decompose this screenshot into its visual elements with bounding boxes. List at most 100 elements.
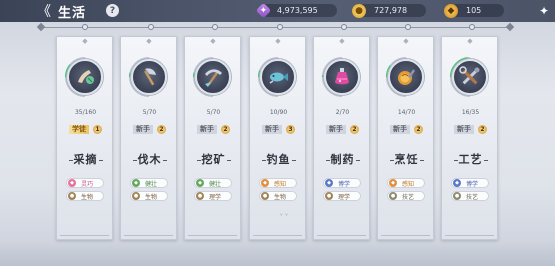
currency-crystal-value: 4,973,595 <box>261 4 337 17</box>
back-button[interactable]: 《 <box>34 2 54 20</box>
timeline-node <box>405 24 411 30</box>
token-icon: ◆ <box>444 3 458 18</box>
timeline-node <box>212 24 218 30</box>
attribute-label: 生物 <box>274 193 287 201</box>
timeline-node <box>82 24 88 30</box>
skill-progress-text: 5/70 <box>142 109 157 116</box>
timeline-end-marker <box>505 22 515 32</box>
attribute-icon: ◆ <box>389 179 397 187</box>
skill-attribute-tag: ◆ 博学 <box>451 178 489 188</box>
attribute-label: 博学 <box>466 180 479 188</box>
skill-progress-text: 5/70 <box>206 109 221 116</box>
skill-progress-text: 16/35 <box>461 109 480 116</box>
attribute-icon: ● <box>132 192 140 200</box>
skill-rank: 学徒 1 <box>57 124 114 134</box>
skill-level-badge: 2 <box>478 124 487 134</box>
skill-card[interactable]: ◆ 10/90 新手 3 钓鱼 ◆ 感知 ● 生物 <box>249 36 306 240</box>
skill-card[interactable]: ◆ 35/160 学徒 1 采摘 ◆ 灵巧 ● 生物 <box>56 36 113 240</box>
skill-rank-label: 新手 <box>390 124 410 134</box>
skill-level-badge: 2 <box>414 124 423 134</box>
attribute-label: 感知 <box>402 180 415 188</box>
fish-icon <box>260 59 296 95</box>
skill-progress-text: 14/70 <box>397 109 416 116</box>
skill-level-badge: 2 <box>157 124 166 134</box>
skill-name: 制药 <box>314 151 371 167</box>
skill-rank-label: 新手 <box>133 124 153 134</box>
skill-rank: 新手 2 <box>442 124 499 134</box>
attribute-icon: ◆ <box>132 179 140 187</box>
skill-card[interactable]: ◆ 16/35 新手 2 工艺 ◆ 博学 ● 技艺 <box>441 36 498 240</box>
currency-crystal[interactable]: ✦ 4,973,595 <box>255 2 337 19</box>
pickaxe-icon <box>195 59 231 95</box>
skill-name: 烹饪 <box>378 151 435 167</box>
card-ornament: ◆ <box>210 37 216 45</box>
skill-card[interactable]: ◆ 5/70 新手 2 伐木 ◆ 健壮 ● 生物 <box>120 36 177 240</box>
card-ornament: ◆ <box>339 37 345 45</box>
skill-card[interactable]: ◆ 5/70 新手 2 挖矿 ◆ 健壮 ● 理学 <box>184 36 241 240</box>
attribute-icon: ◆ <box>261 179 269 187</box>
axe-icon <box>131 59 167 95</box>
crafting-tools-icon <box>452 59 488 95</box>
skill-rank-label: 新手 <box>197 124 217 134</box>
attribute-label: 感知 <box>274 180 287 188</box>
skill-attribute-tag: ◆ 灵巧 <box>66 178 104 188</box>
attribute-label: 理学 <box>209 193 222 201</box>
skill-attribute-tag: ◆ 博学 <box>323 178 361 188</box>
skill-attribute-tag: ● 技艺 <box>451 191 489 201</box>
card-ornament: ◆ <box>403 37 409 45</box>
skill-progress-text: 2/70 <box>335 109 350 116</box>
timeline-node <box>277 24 283 30</box>
back-arrow-icon: 《 <box>37 4 51 20</box>
card-ornament: ◆ <box>146 37 152 45</box>
skill-name: 采摘 <box>57 151 114 167</box>
skill-attribute-tag: ● 生物 <box>130 191 168 201</box>
timeline-end-marker <box>36 22 46 32</box>
skill-card[interactable]: ◆ 14/70 新手 2 烹饪 ◆ 感知 ● 技艺 <box>377 36 434 240</box>
help-button[interactable]: ? <box>106 4 119 17</box>
timeline-node <box>341 24 347 30</box>
skill-card[interactable]: ◆ 2/70 新手 2 制药 ◆ 博学 ● 理学 <box>313 36 370 240</box>
attribute-icon: ● <box>453 192 461 200</box>
skill-name: 工艺 <box>442 151 499 167</box>
currency-token[interactable]: ◆ 105 <box>444 2 504 19</box>
timeline-node <box>469 24 475 30</box>
close-button[interactable]: ✦ <box>535 2 553 20</box>
skill-level-badge: 3 <box>286 124 295 134</box>
page-title: 生活 <box>58 6 87 21</box>
skill-attribute-tag: ◆ 感知 <box>259 178 297 188</box>
attribute-label: 灵巧 <box>81 180 94 188</box>
skill-attribute-tag: ● 技艺 <box>387 191 425 201</box>
attribute-icon: ◆ <box>68 179 76 187</box>
bottom-mist <box>0 242 555 266</box>
skill-attribute-tag: ◆ 健壮 <box>130 178 168 188</box>
skill-level-badge: 2 <box>350 124 359 134</box>
skill-rank-label: 新手 <box>262 124 282 134</box>
gathering-hand-icon <box>67 59 103 95</box>
attribute-label: 技艺 <box>466 193 479 201</box>
attribute-icon: ◆ <box>325 179 333 187</box>
attribute-icon: ● <box>261 192 269 200</box>
skill-rank: 新手 2 <box>378 124 435 134</box>
card-ornament: ◆ <box>82 37 88 45</box>
skill-level-badge: 1 <box>93 124 102 134</box>
potion-icon <box>324 59 360 95</box>
attribute-label: 健壮 <box>209 180 222 188</box>
currency-token-value: 105 <box>450 4 504 17</box>
skill-name: 伐木 <box>121 151 178 167</box>
skill-attribute-tag: ● 生物 <box>66 191 104 201</box>
top-bar: 《 生活 ? ✦ 4,973,595 ● 727,978 ◆ 105 ✦ <box>0 0 555 22</box>
currency-gold[interactable]: ● 727,978 <box>352 2 426 19</box>
skill-attribute-tag: ● 理学 <box>323 191 361 201</box>
skill-progress-text: 35/160 <box>74 109 97 116</box>
gold-coin-icon: ● <box>352 3 366 18</box>
skill-rank: 新手 2 <box>314 124 371 134</box>
card-ornament: ◆ <box>275 37 281 45</box>
attribute-icon: ● <box>389 192 397 200</box>
attribute-label: 理学 <box>338 193 351 201</box>
attribute-icon: ● <box>325 192 333 200</box>
close-icon: ✦ <box>538 4 550 18</box>
cooking-pan-icon <box>388 59 424 95</box>
skill-level-badge: 2 <box>221 124 230 134</box>
skill-name: 钓鱼 <box>250 151 307 167</box>
skill-attribute-tag: ◆ 感知 <box>387 178 425 188</box>
